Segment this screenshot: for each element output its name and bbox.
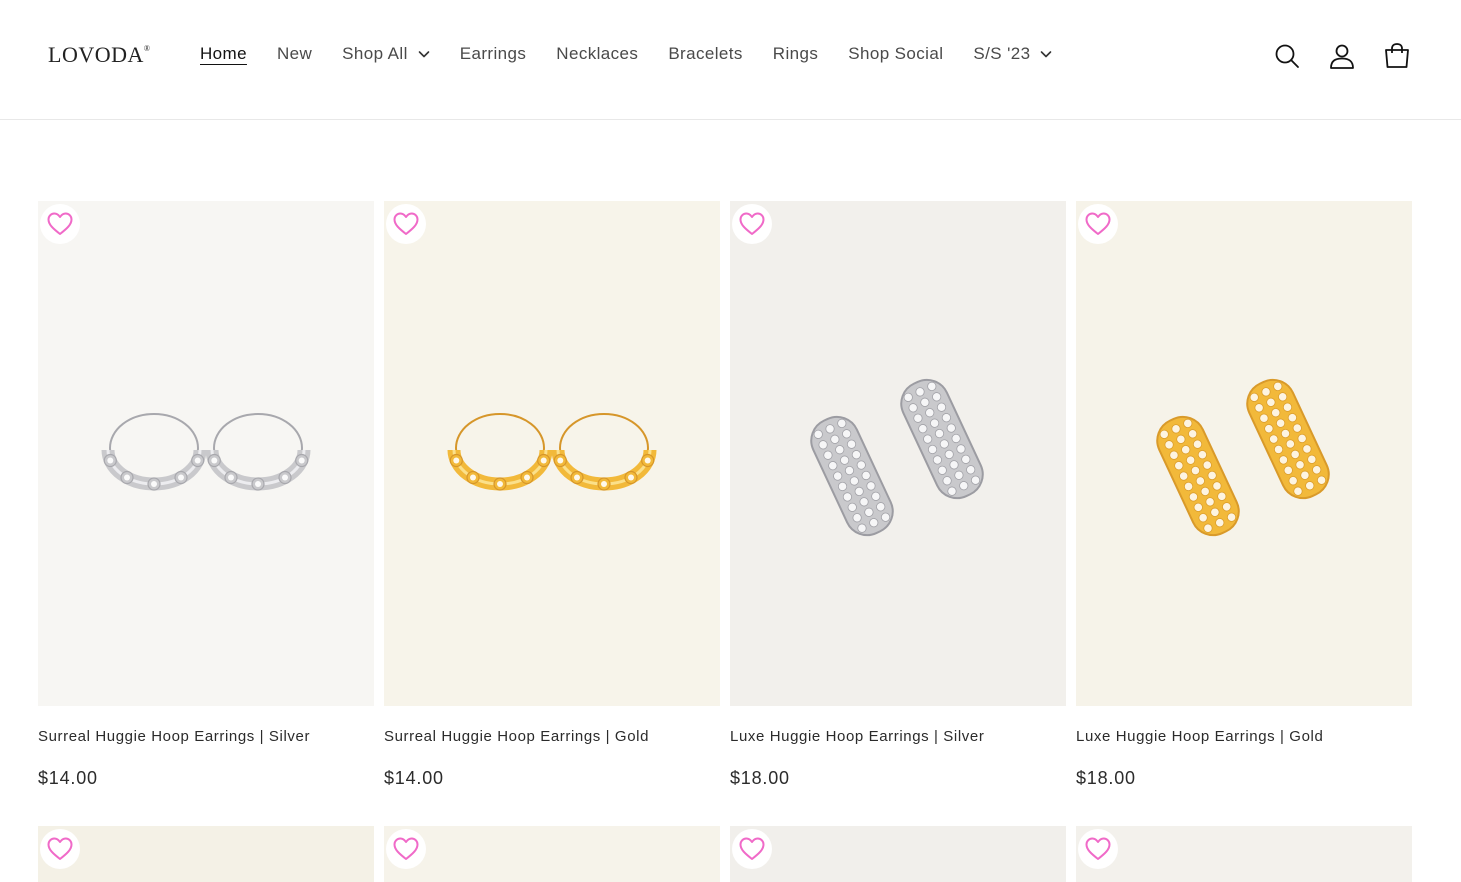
heart-icon — [393, 837, 419, 860]
product-card[interactable]: Surreal Huggie Hoop Earrings | Gold $14.0… — [384, 201, 720, 788]
nav-item-earrings[interactable]: Earrings — [460, 44, 527, 64]
logo-mark: ® — [143, 44, 151, 53]
product-title[interactable]: Surreal Huggie Hoop Earrings | Gold — [384, 728, 649, 745]
product-title[interactable]: Surreal Huggie Hoop Earrings | Silver — [38, 728, 310, 745]
cart-icon[interactable] — [1379, 38, 1415, 74]
wishlist-button[interactable] — [386, 204, 426, 244]
earring-image — [447, 413, 657, 491]
product-card[interactable]: Surreal Huggie Hoop Earrings | Silver $14… — [38, 201, 374, 788]
search-icon[interactable] — [1269, 38, 1305, 74]
heart-icon — [1085, 212, 1111, 235]
site-header: LOVODA® Home New Shop All Earrings Necklaces… — [0, 0, 1461, 120]
product-price: $14.00 — [38, 768, 98, 788]
nav-item-shop-all[interactable]: Shop All — [342, 44, 430, 64]
wishlist-button[interactable] — [40, 204, 80, 244]
product-image[interactable] — [38, 201, 374, 706]
nav-item-new[interactable]: New — [277, 44, 312, 64]
product-card[interactable] — [730, 826, 1066, 882]
earring-image — [1156, 378, 1330, 537]
nav-item-home[interactable]: Home — [200, 44, 247, 64]
product-image[interactable] — [384, 826, 720, 882]
logo-text: LOVODA — [48, 42, 144, 67]
nav-item-rings[interactable]: Rings — [773, 44, 818, 64]
wishlist-button[interactable] — [386, 829, 426, 869]
product-card[interactable]: Luxe Huggie Hoop Earrings | Silver $18.00 — [730, 201, 1066, 788]
nav-item-label: Rings — [772, 44, 819, 63]
product-price: $18.00 — [1076, 768, 1136, 788]
chevron-down-icon — [418, 51, 430, 58]
main-nav: Home New Shop All Earrings Necklaces Bracelet… — [200, 44, 1082, 64]
nav-item-label: New — [276, 44, 313, 63]
nav-item-label: Earrings — [459, 44, 527, 63]
wishlist-button[interactable] — [1078, 204, 1118, 244]
product-price: $14.00 — [384, 768, 444, 788]
wishlist-button[interactable] — [732, 829, 772, 869]
nav-item-necklaces[interactable]: Necklaces — [556, 44, 638, 64]
nav-item-s-s-23[interactable]: S/S '23 — [973, 44, 1052, 64]
heart-icon — [739, 212, 765, 235]
nav-item-label: Necklaces — [556, 44, 639, 63]
nav-item-label: Bracelets — [668, 44, 743, 63]
product-title[interactable]: Luxe Huggie Hoop Earrings | Gold — [1076, 728, 1323, 745]
product-image[interactable] — [384, 201, 720, 706]
nav-item-bracelets[interactable]: Bracelets — [668, 44, 742, 64]
product-card[interactable] — [384, 826, 720, 882]
nav-item-label: S/S '23 — [973, 44, 1031, 63]
wishlist-button[interactable] — [1078, 829, 1118, 869]
nav-item-label: Shop All — [342, 44, 408, 63]
wishlist-button[interactable] — [732, 204, 772, 244]
earring-image — [810, 378, 984, 537]
product-card[interactable] — [1076, 826, 1412, 882]
wishlist-button[interactable] — [40, 829, 80, 869]
heart-icon — [47, 212, 73, 235]
heart-icon — [393, 212, 419, 235]
nav-item-shop-social[interactable]: Shop Social — [848, 44, 943, 64]
heart-icon — [739, 837, 765, 860]
heart-icon — [47, 837, 73, 860]
product-image[interactable] — [38, 826, 374, 882]
heart-icon — [1085, 837, 1111, 860]
product-image[interactable] — [730, 201, 1066, 706]
product-title[interactable]: Luxe Huggie Hoop Earrings | Silver — [730, 728, 984, 745]
nav-item-label: Shop Social — [848, 44, 944, 63]
product-card[interactable]: Luxe Huggie Hoop Earrings | Gold $18.00 — [1076, 201, 1412, 788]
account-icon[interactable] — [1324, 38, 1360, 74]
earring-image — [101, 413, 311, 491]
product-price: $18.00 — [730, 768, 790, 788]
product-image[interactable] — [1076, 826, 1412, 882]
product-card[interactable] — [38, 826, 374, 882]
header-icons — [1250, 38, 1415, 74]
chevron-down-icon — [1041, 51, 1052, 58]
product-image[interactable] — [1076, 201, 1412, 706]
brand-logo[interactable]: LOVODA® — [48, 42, 150, 68]
nav-item-label: Home — [200, 44, 247, 63]
product-image[interactable] — [730, 826, 1066, 882]
